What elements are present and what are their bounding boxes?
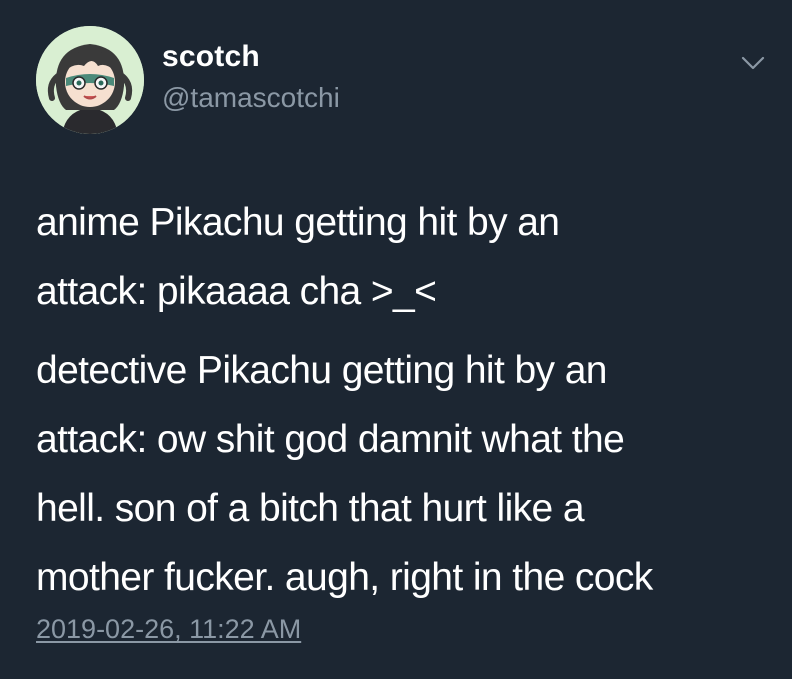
- tweet-line: hell. son of a bitch that hurt like a: [36, 487, 585, 530]
- tweet-line: anime Pikachu getting hit by an: [36, 201, 560, 244]
- tweet-card: scotch @tamascotchi anime Pikachu gettin…: [0, 0, 792, 679]
- tweet-timestamp[interactable]: 2019-02-26, 11:22 AM: [36, 614, 301, 645]
- anime-character-avatar-icon: [36, 26, 144, 134]
- chevron-down-icon: [741, 56, 765, 70]
- tweet-line: detective Pikachu getting hit by an: [36, 349, 607, 392]
- tweet-line: attack: ow shit god damnit what the: [36, 418, 625, 461]
- display-name[interactable]: scotch: [162, 40, 260, 74]
- avatar[interactable]: [36, 26, 144, 134]
- tweet-menu-button[interactable]: [738, 48, 768, 78]
- user-handle[interactable]: @tamascotchi: [162, 82, 340, 114]
- tweet-text: anime Pikachu getting hit by an attack: …: [36, 188, 776, 622]
- tweet-line: attack: pikaaaa cha >_<: [36, 270, 437, 313]
- tweet-line: mother fucker. augh, right in the cock: [36, 556, 653, 599]
- tweet-paragraph: anime Pikachu getting hit by an attack: …: [36, 188, 776, 326]
- tweet-paragraph: detective Pikachu getting hit by an atta…: [36, 336, 776, 612]
